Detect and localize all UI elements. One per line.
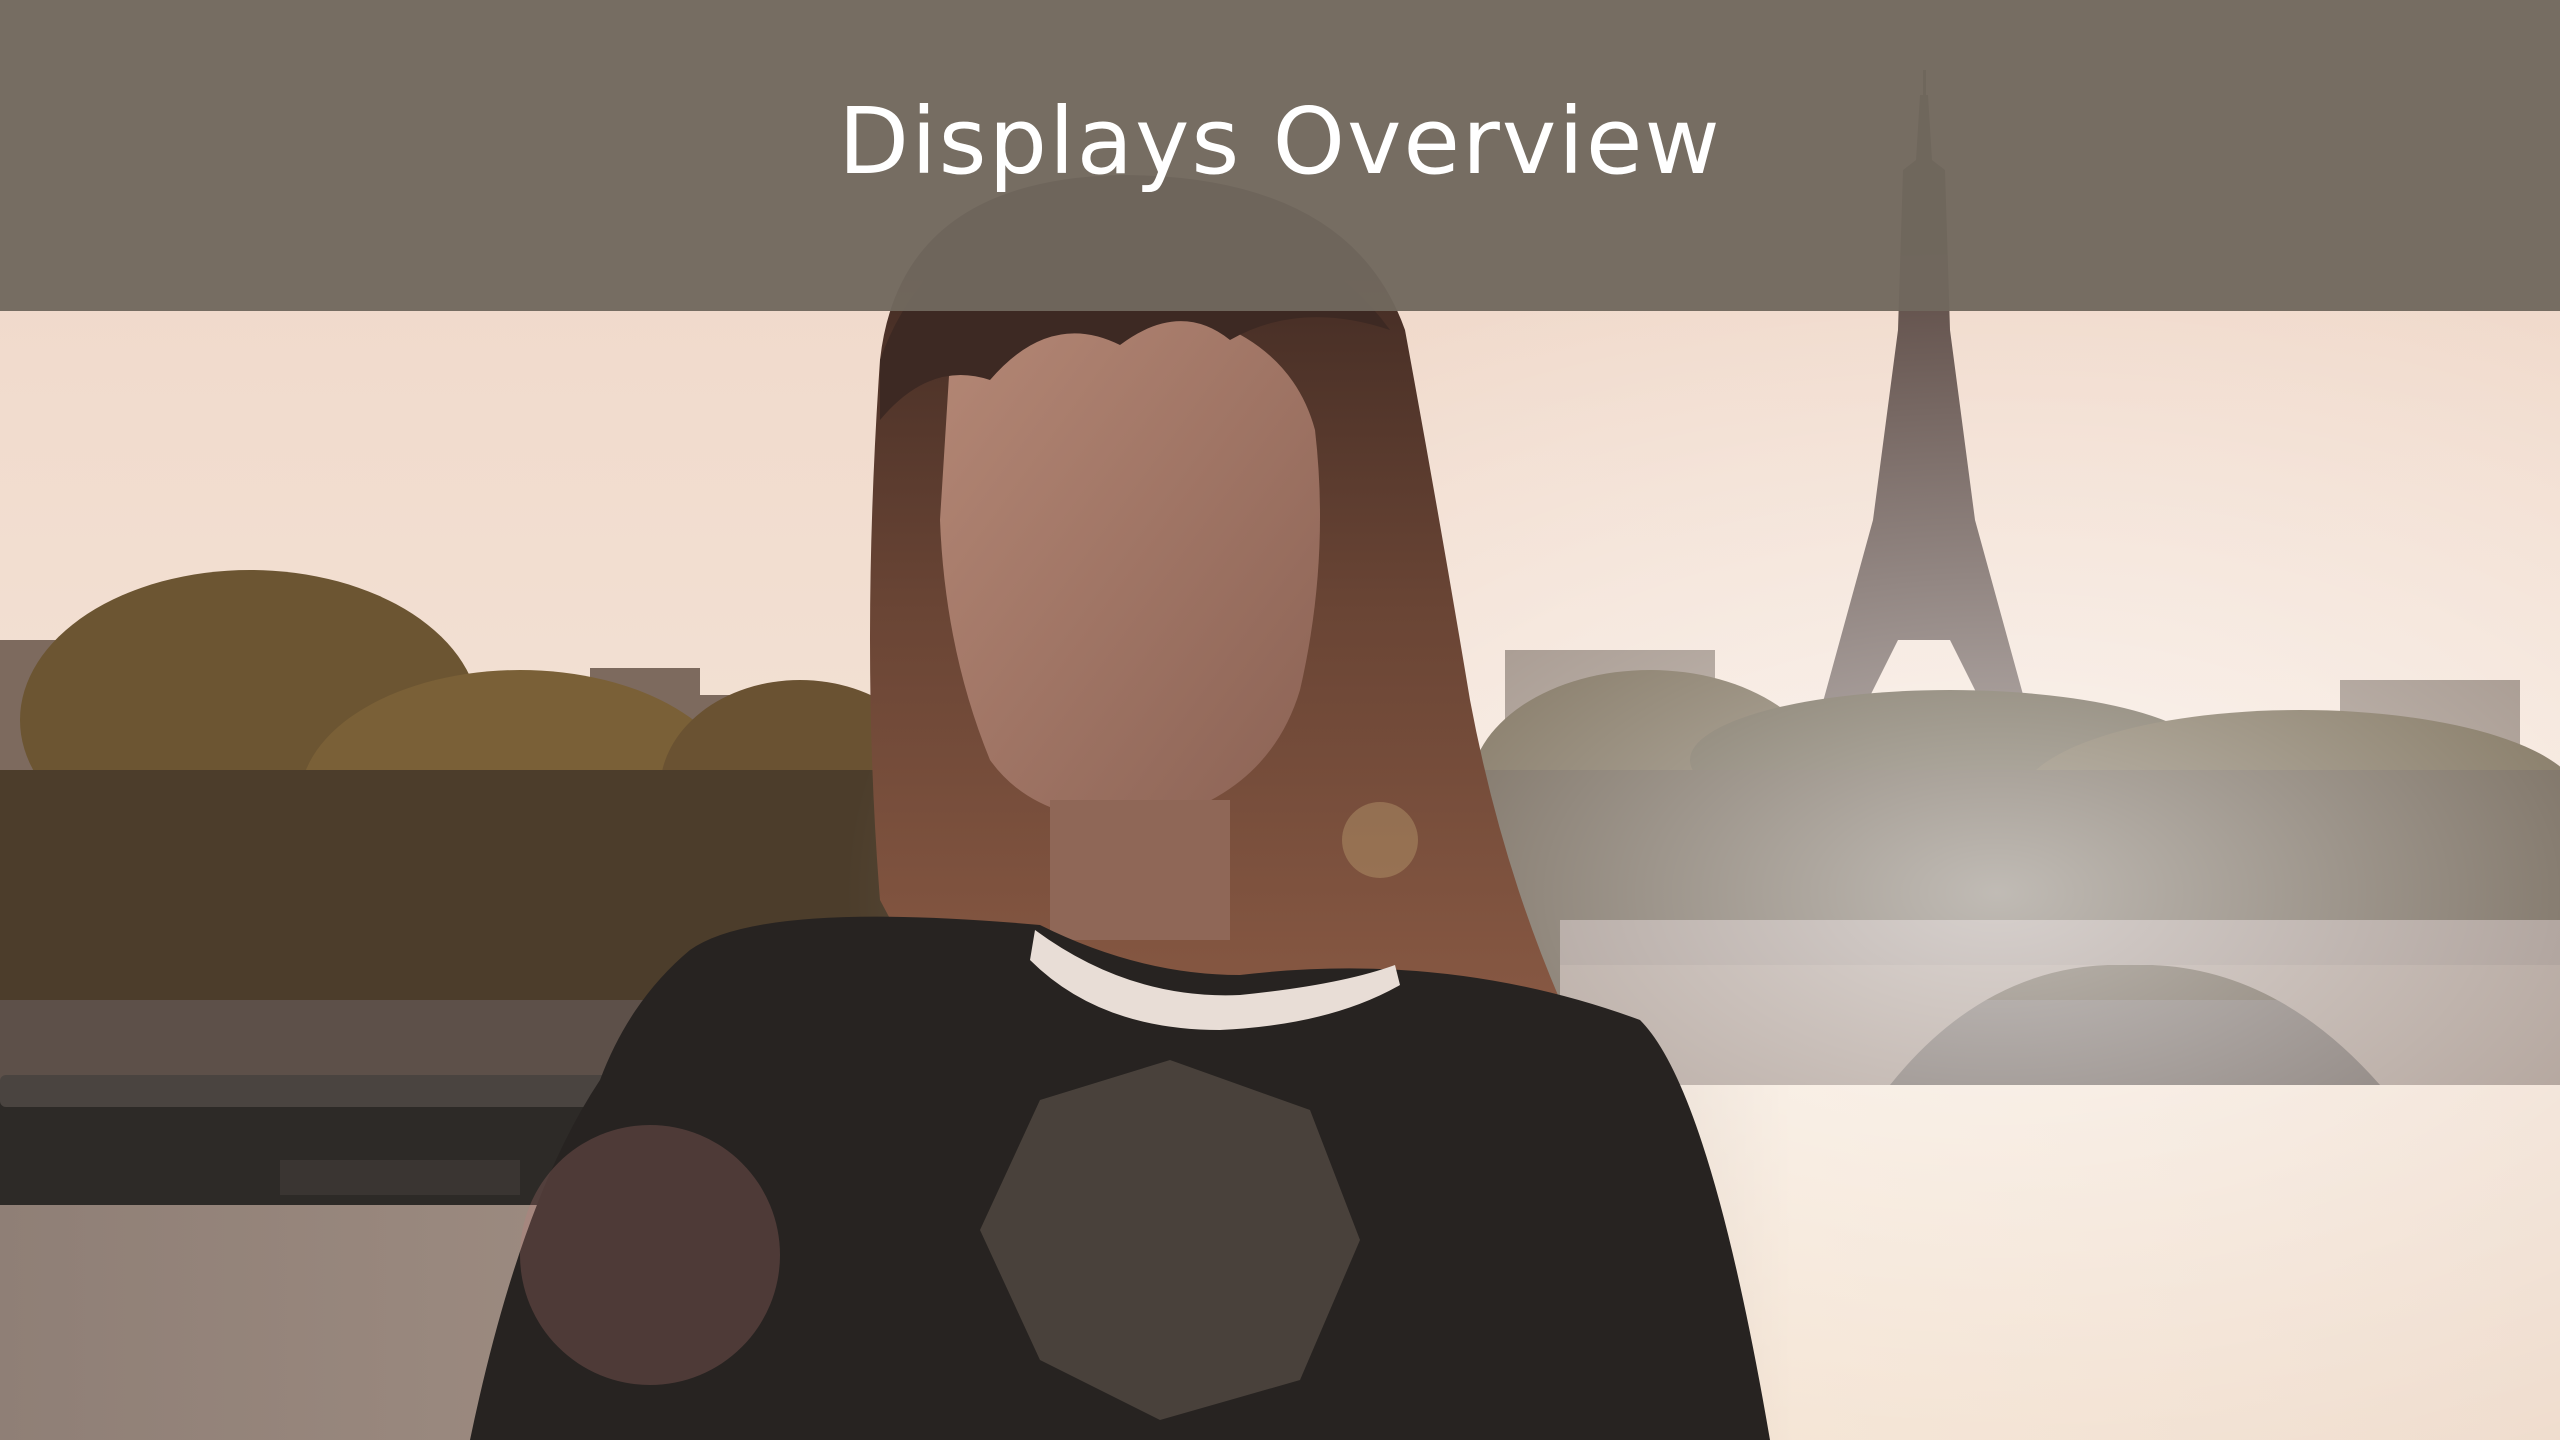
river-boat [0,1075,630,1205]
lens-flare [520,1125,780,1385]
lens-flare [1342,802,1418,878]
person-face [940,300,1320,822]
page-title: Displays Overview [838,88,1722,195]
display-preview-screen: Displays Overview [0,0,2560,1440]
